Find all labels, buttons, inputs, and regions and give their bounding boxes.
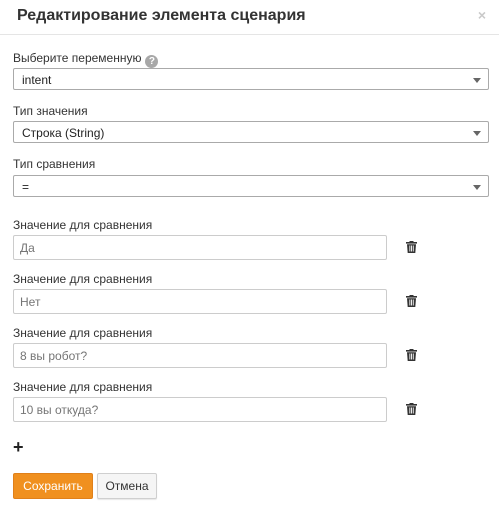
trash-icon[interactable] xyxy=(406,241,417,253)
variable-select-value: intent xyxy=(22,73,52,87)
value-type-select-value: Строка (String) xyxy=(22,126,105,140)
value-type-label: Тип значения xyxy=(13,104,88,118)
comparison-value-input[interactable] xyxy=(13,289,387,314)
chevron-down-icon xyxy=(473,78,481,83)
comparison-value-label: Значение для сравнения xyxy=(13,218,153,232)
help-icon[interactable]: ? xyxy=(145,55,159,68)
variable-label-text: Выберите переменную xyxy=(13,51,142,65)
dialog-title: Редактирование элемента сценария xyxy=(17,7,306,24)
comparison-type-label: Тип сравнения xyxy=(13,157,96,171)
comparison-value-label: Значение для сравнения xyxy=(13,326,153,340)
comparison-type-select[interactable]: = xyxy=(13,175,489,197)
trash-icon[interactable] xyxy=(406,295,417,307)
comparison-value-input[interactable] xyxy=(13,397,387,422)
dialog-header: Редактирование элемента сценария × xyxy=(0,0,499,35)
comparison-value-label: Значение для сравнения xyxy=(13,272,153,286)
close-icon[interactable]: × xyxy=(478,8,486,22)
add-value-icon[interactable]: + xyxy=(13,438,24,456)
comparison-value-label: Значение для сравнения xyxy=(13,380,153,394)
comparison-value-input[interactable] xyxy=(13,235,387,260)
comparison-value-input[interactable] xyxy=(13,343,387,368)
variable-label: Выберите переменную? xyxy=(13,51,159,68)
trash-icon[interactable] xyxy=(406,349,417,361)
save-button[interactable]: Сохранить xyxy=(13,473,93,499)
cancel-button[interactable]: Отмена xyxy=(97,473,157,499)
chevron-down-icon xyxy=(473,131,481,136)
chevron-down-icon xyxy=(473,185,481,190)
edit-scenario-dialog: Редактирование элемента сценария × Выбер… xyxy=(0,0,499,510)
value-type-select[interactable]: Строка (String) xyxy=(13,121,489,143)
comparison-type-select-value: = xyxy=(22,180,30,194)
trash-icon[interactable] xyxy=(406,403,417,415)
variable-select[interactable]: intent xyxy=(13,68,489,90)
